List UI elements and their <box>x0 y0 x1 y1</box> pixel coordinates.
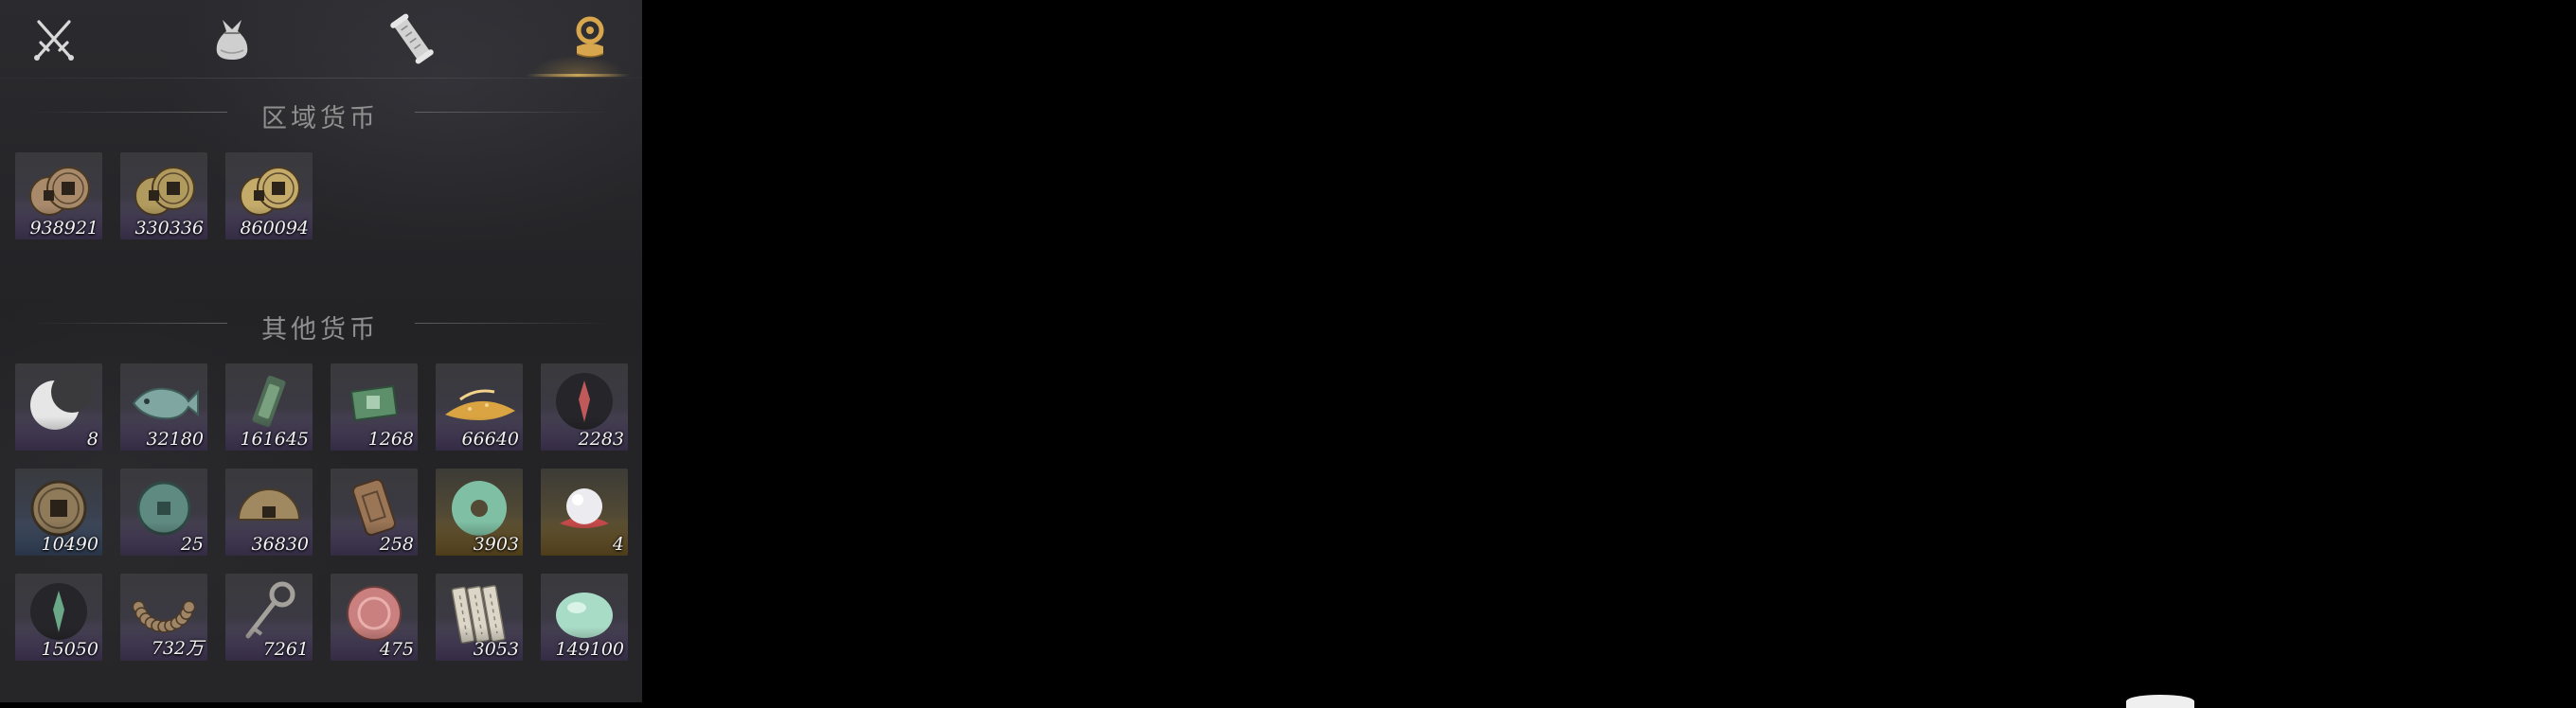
item-count: 25 <box>180 534 204 555</box>
currency-slot[interactable]: 25 <box>120 469 207 556</box>
item-count: 32180 <box>146 429 204 450</box>
item-count: 475 <box>379 639 414 660</box>
currency-slot[interactable]: 149100 <box>541 574 628 661</box>
item-count: 8 <box>86 429 98 450</box>
currency-slot[interactable]: 10490 <box>15 469 102 556</box>
currency-slot[interactable]: 732万 <box>120 574 207 661</box>
item-count: 2283 <box>578 429 624 450</box>
currency-slot[interactable]: 36830 <box>225 469 313 556</box>
item-count: 732万 <box>151 638 204 659</box>
scroll-icon <box>390 13 434 64</box>
header-rule-left <box>28 323 227 324</box>
currency-slot[interactable]: 66640 <box>436 363 523 451</box>
header-rule-left <box>28 112 227 113</box>
item-count: 258 <box>379 534 414 555</box>
currency-slot[interactable]: 3903 <box>436 469 523 556</box>
category-tab-bar <box>0 0 642 81</box>
item-count: 1268 <box>367 429 414 450</box>
currency-panel: 区域货币 938921 330336 860094 其他货币 8 32180 16164… <box>0 0 642 702</box>
coin-stack-icon <box>576 16 604 58</box>
currency-slot[interactable]: 475 <box>331 574 418 661</box>
cloth-bag-icon <box>216 20 248 60</box>
currency-slot[interactable]: 4 <box>541 469 628 556</box>
item-count: 15050 <box>41 639 98 660</box>
currency-slot[interactable]: 938921 <box>15 152 102 239</box>
section-header-regional: 区域货币 <box>0 94 642 133</box>
currency-slot[interactable]: 258 <box>331 469 418 556</box>
active-tab-underline <box>526 74 630 77</box>
tab-weapons[interactable] <box>2 8 106 70</box>
currency-slot[interactable]: 161645 <box>225 363 313 451</box>
section-header-other: 其他货币 <box>0 305 642 345</box>
currency-slot[interactable]: 15050 <box>15 574 102 661</box>
tab-bag[interactable] <box>180 8 284 70</box>
item-count: 66640 <box>461 429 519 450</box>
item-count: 36830 <box>251 534 309 555</box>
item-count: 860094 <box>240 218 309 239</box>
header-rule-right <box>415 112 614 113</box>
tab-bar-divider <box>0 78 642 79</box>
currency-slot[interactable]: 3053 <box>436 574 523 661</box>
item-count: 3053 <box>473 639 519 660</box>
currency-slot[interactable]: 860094 <box>225 152 313 239</box>
currency-slot[interactable]: 330336 <box>120 152 207 239</box>
item-count: 938921 <box>29 218 98 239</box>
item-count: 4 <box>612 534 624 555</box>
currency-slot[interactable]: 32180 <box>120 363 207 451</box>
item-count: 149100 <box>555 639 624 660</box>
tab-currency[interactable] <box>538 8 642 70</box>
item-count: 3903 <box>473 534 519 555</box>
header-rule-right <box>415 323 614 324</box>
item-count: 161645 <box>240 429 309 450</box>
section-title-regional: 区域货币 <box>261 104 379 133</box>
currency-slot[interactable]: 8 <box>15 363 102 451</box>
item-count: 7261 <box>262 639 309 660</box>
overlay-handle <box>2126 695 2194 708</box>
currency-slot[interactable]: 2283 <box>541 363 628 451</box>
item-count: 330336 <box>134 218 204 239</box>
currency-slot[interactable]: 1268 <box>331 363 418 451</box>
currency-slot[interactable]: 7261 <box>225 574 313 661</box>
tab-scroll[interactable] <box>360 8 464 70</box>
crossed-swords-icon <box>34 20 74 61</box>
section-title-other: 其他货币 <box>261 315 379 345</box>
item-count: 10490 <box>41 534 98 555</box>
